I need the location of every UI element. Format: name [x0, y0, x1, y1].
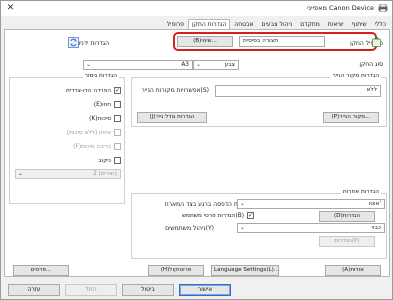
- paper-size-settings-button[interactable]: (J)הגדרות גודל נייר: [137, 112, 207, 123]
- checkbox[interactable]: [114, 115, 121, 122]
- dialog-buttons: עזרה החל ביטול אישור: [4, 281, 390, 297]
- close-icon[interactable]: ✕: [5, 3, 16, 14]
- device-settings-panel: פרופיל החקן הגדרות ידניות תצורה בסיסית (…: [4, 29, 390, 277]
- tab-profile[interactable]: פרופיל: [163, 19, 188, 29]
- profile-edit-icon[interactable]: [372, 36, 381, 47]
- finishing-option[interactable]: ניקוב: [98, 156, 121, 165]
- profile-value: תצורה בסיסית: [243, 38, 279, 44]
- ok-button[interactable]: אישור: [179, 284, 231, 296]
- finishing-option-label: (F)כריכה סיכות: [73, 143, 111, 150]
- checkbox: [114, 143, 121, 150]
- paper-source-group-title: הגדרות מקור הנייר: [330, 73, 381, 79]
- title-bar: ✕ מאפייני Canon Device: [1, 1, 392, 16]
- paper-source-button[interactable]: (P)מקור הנייר...: [323, 112, 379, 123]
- device-color-select[interactable]: ⌄ צבע: [193, 60, 239, 70]
- language-settings-button[interactable]: Language Settings(L)...: [211, 265, 279, 276]
- checkbox[interactable]: ✓: [114, 87, 121, 94]
- finishing-option-label: (E)חוזו: [93, 101, 111, 108]
- properties-window: ✕ מאפייני Canon Device כללי שיתוף יציאות…: [0, 0, 393, 300]
- chevron-down-icon: ⌄: [86, 61, 92, 68]
- paper-source-options-label: אפשרויות מקורות הנייר(S): [141, 87, 209, 94]
- paper-source-options-value: ללא: [366, 87, 377, 93]
- checkbox[interactable]: [114, 101, 121, 108]
- checkbox[interactable]: [114, 157, 121, 164]
- finishing-option: איפון (ללא סיכות): [67, 128, 121, 137]
- finishing-option-label: הפרדה הדו-צדדית: [66, 87, 111, 94]
- chevron-down-icon: ⌄: [18, 170, 24, 177]
- paper-source-options-field[interactable]: ללא: [215, 85, 381, 97]
- device-type-label: סוג החקן: [359, 61, 383, 68]
- tab-color-management[interactable]: ניהול צבעים: [258, 19, 297, 29]
- user-management-select[interactable]: ⌄ כבוי: [237, 223, 385, 233]
- checkbox[interactable]: ✓: [247, 212, 254, 219]
- user-management-settings-button: הגדרות(P): [319, 236, 375, 247]
- user-info-checkbox-row[interactable]: ✓ הגדרות פרטי משתמש(B): [182, 211, 254, 220]
- finishing-option[interactable]: ✓ הפרדה הדו-צדדית: [66, 86, 121, 95]
- profile-value-field[interactable]: תצורה בסיסית: [239, 36, 325, 47]
- refresh-icon[interactable]: [68, 37, 79, 48]
- about-button[interactable]: (A)אודות: [325, 265, 381, 276]
- user-info-label: הגדרות פרטי משתמש(B): [181, 212, 244, 219]
- checkbox: [114, 129, 121, 136]
- finishing-group-title: הגדרות גימור: [82, 73, 119, 79]
- cancel-button[interactable]: ביטול: [122, 284, 174, 296]
- protocol-button[interactable]: (H)פרוטוקול: [148, 265, 204, 276]
- punch-select: ⌄ 2 (חורים): [15, 169, 121, 179]
- chevron-down-icon: ⌄: [196, 61, 202, 68]
- spool-select[interactable]: ⌄ אוטו': [237, 199, 385, 209]
- window-title: מאפייני Canon Device: [307, 4, 374, 12]
- tab-strip: כללי שיתוף יציאות מתקדם ניהול צבעים אבטח…: [4, 18, 390, 30]
- finishing-option-label: ניקוב: [98, 157, 111, 164]
- finishing-option-label: (K)סיכות: [89, 115, 111, 122]
- tab-general[interactable]: כללי: [371, 19, 390, 29]
- finishing-group: הגדרות גימור ✓ הפרדה הדו-צדדית (E)חוזו (…: [9, 73, 125, 204]
- tab-security[interactable]: אבטחה: [230, 19, 257, 29]
- custom-settings-label: הגדרות ידניות: [74, 40, 109, 47]
- chevron-down-icon: ⌄: [240, 200, 246, 207]
- details-button[interactable]: פרטים...: [13, 265, 69, 276]
- help-button[interactable]: עזרה: [8, 284, 60, 296]
- spool-value: אוטו': [368, 201, 381, 207]
- change-profile-button[interactable]: (B)שינוי...: [177, 36, 233, 47]
- user-management-label: ניהול משתמשים(Y): [165, 225, 214, 232]
- chevron-down-icon: ⌄: [240, 224, 246, 231]
- finishing-option[interactable]: (E)חוזו: [94, 100, 121, 109]
- finishing-option-label: איפון (ללא סיכות): [66, 129, 111, 136]
- tab-sharing[interactable]: שיתוף: [348, 19, 371, 29]
- apply-button: החל: [65, 284, 117, 296]
- user-management-value: כבוי: [371, 225, 381, 231]
- device-type-value: A3: [181, 62, 189, 68]
- device-type-select[interactable]: ⌄ A3: [83, 60, 193, 70]
- user-info-settings-button[interactable]: (D)הגדרות: [319, 211, 375, 222]
- punch-value: 2 (חורים): [93, 171, 117, 177]
- other-settings-group-title: הגדרות אחרות: [340, 189, 381, 195]
- finishing-option[interactable]: (K)סיכות: [89, 114, 121, 123]
- printer-icon: [378, 4, 388, 12]
- device-color-value: צבע: [224, 62, 235, 68]
- finishing-option: (F)כריכה סיכות: [73, 142, 121, 151]
- tab-ports[interactable]: יציאות: [324, 19, 348, 29]
- tab-advanced[interactable]: מתקדם: [296, 19, 324, 29]
